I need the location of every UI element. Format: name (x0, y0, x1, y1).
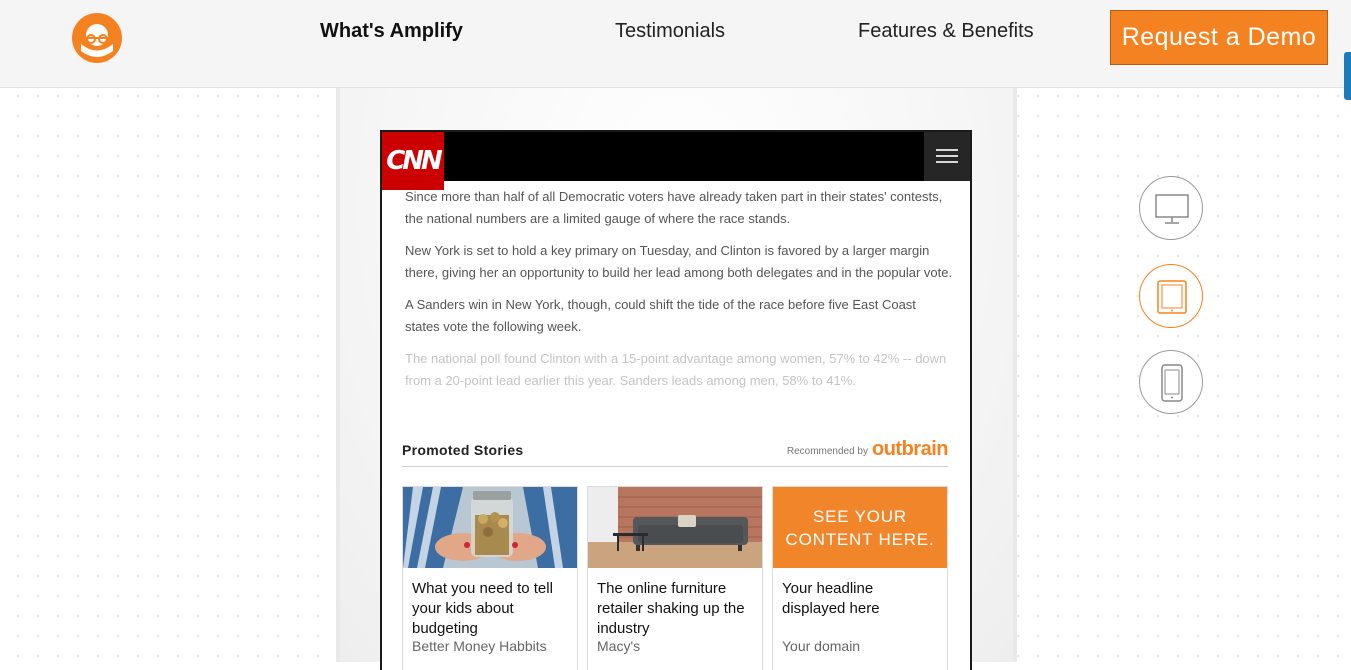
promoted-stories-header: Promoted Stories Recommended by outbrain (402, 438, 949, 467)
promoted-card[interactable]: SEE YOUR CONTENT HERE. Your headline dis… (772, 486, 948, 670)
article-paragraph: Since more than half of all Democratic v… (405, 189, 943, 226)
tablet-icon[interactable] (1139, 264, 1203, 328)
article-paragraph: A Sanders win in New York, though, could… (405, 297, 916, 334)
desktop-icon[interactable] (1139, 176, 1203, 240)
cnn-logo[interactable]: CNN (382, 132, 444, 190)
article-paragraph: New York is set to hold a key primary on… (405, 243, 953, 280)
sofa-image (588, 487, 762, 568)
article-body: Since more than half of all Democratic v… (405, 186, 953, 402)
promoted-card[interactable]: What you need to tell your kids about bu… (402, 486, 578, 670)
card-source: Your domain (782, 638, 861, 654)
see-your-content-text: SEE YOUR CONTENT HERE. (773, 487, 947, 568)
card-headline: The online furniture retailer shaking up… (597, 580, 745, 637)
card-source: Better Money Habbits (412, 638, 547, 654)
article-paragraph: The national poll found Clinton with a 1… (405, 351, 947, 388)
site-navbar: CNN (382, 132, 970, 190)
card-headline: Your headline displayed here (782, 580, 880, 617)
card-headline: What you need to tell your kids about bu… (412, 580, 553, 637)
site-header: What's Amplify Testimonials Features & B… (0, 0, 1351, 88)
mobile-icon[interactable] (1139, 350, 1203, 414)
promoted-card[interactable]: The online furniture retailer shaking up… (587, 486, 763, 670)
request-demo-button[interactable]: Request a Demo (1110, 10, 1328, 65)
promoted-stories-title: Promoted Stories (402, 442, 524, 458)
tablet-preview: CNN Since more than half of all Democrat… (380, 130, 972, 670)
recommended-by-label: Recommended by (786, 446, 868, 457)
outbrain-glasses-icon[interactable] (72, 13, 122, 63)
side-feedback-tab[interactable] (1344, 52, 1351, 100)
outbrain-logo[interactable]: outbrain (872, 438, 949, 461)
nav-features-benefits[interactable]: Features & Benefits (858, 20, 1034, 43)
placeholder-image: SEE YOUR CONTENT HERE. (773, 487, 947, 568)
nav-whats-amplify[interactable]: What's Amplify (320, 20, 463, 43)
coin-jar-image (403, 487, 577, 568)
card-source: Macy's (597, 638, 641, 654)
hamburger-icon[interactable] (924, 132, 970, 181)
nav-testimonials[interactable]: Testimonials (615, 20, 725, 43)
